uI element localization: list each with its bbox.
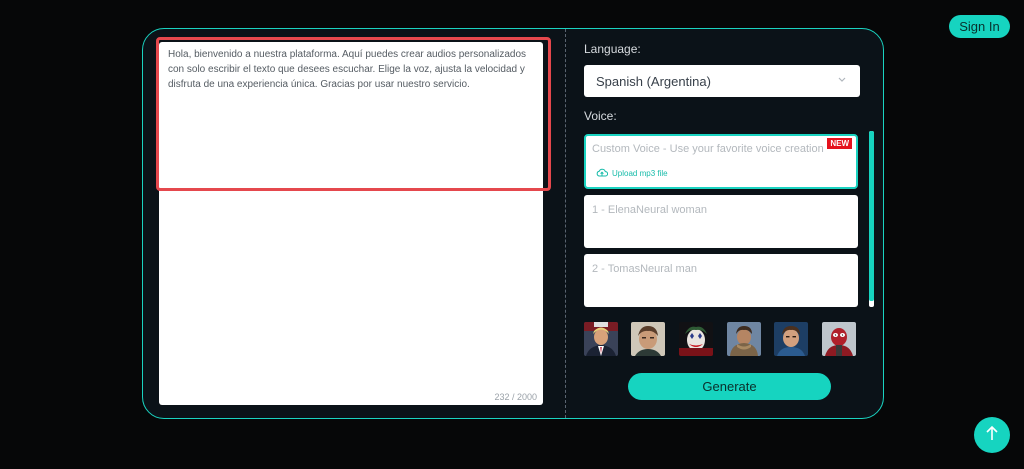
language-select[interactable]: Spanish (Argentina) bbox=[584, 65, 860, 97]
voice-option-name: 2 - TomasNeural man bbox=[592, 263, 697, 275]
voice-list-scrollbar[interactable] bbox=[869, 131, 874, 307]
upload-label: Upload mp3 file bbox=[612, 169, 668, 178]
sign-in-button[interactable]: Sign In bbox=[949, 15, 1010, 38]
editor-text[interactable]: Hola, bienvenido a nuestra plataforma. A… bbox=[168, 47, 532, 92]
voice-option[interactable]: 2 - TomasNeural man bbox=[584, 254, 858, 307]
language-label: Language: bbox=[584, 42, 641, 56]
scroll-to-top-button[interactable] bbox=[974, 417, 1010, 453]
voice-option-name: 1 - ElenaNeural woman bbox=[592, 204, 707, 216]
voice-option-name: Custom Voice - Use your favorite voice c… bbox=[592, 143, 824, 155]
avatar-red-masked-icon[interactable] bbox=[822, 322, 856, 356]
arrow-up-icon bbox=[985, 424, 999, 447]
text-editor[interactable]: Hola, bienvenido a nuestra plataforma. A… bbox=[159, 42, 543, 405]
scrollbar-thumb[interactable] bbox=[869, 131, 874, 301]
character-counter: 232 / 2000 bbox=[494, 392, 537, 402]
voice-option-custom[interactable]: Custom Voice - Use your favorite voice c… bbox=[584, 134, 858, 189]
tts-panel: Hola, bienvenido a nuestra plataforma. A… bbox=[142, 28, 884, 419]
avatar-man-suit-icon[interactable] bbox=[584, 322, 618, 356]
language-value: Spanish (Argentina) bbox=[596, 73, 711, 89]
voice-list[interactable]: Custom Voice - Use your favorite voice c… bbox=[584, 134, 859, 307]
avatar-joker-icon[interactable] bbox=[679, 322, 713, 356]
avatar-man-portrait-icon[interactable] bbox=[631, 322, 665, 356]
new-badge: NEW bbox=[827, 138, 852, 149]
voice-avatar-row bbox=[584, 322, 859, 358]
voice-option[interactable]: 1 - ElenaNeural woman bbox=[584, 195, 858, 248]
voice-label: Voice: bbox=[584, 109, 617, 123]
cloud-upload-icon bbox=[596, 168, 609, 179]
chevron-down-icon bbox=[837, 74, 847, 87]
avatar-man-scarf-icon[interactable] bbox=[727, 322, 761, 356]
upload-mp3-link[interactable]: Upload mp3 file bbox=[596, 168, 668, 179]
panel-divider bbox=[565, 29, 566, 418]
generate-button[interactable]: Generate bbox=[628, 373, 831, 400]
avatar-man-blue-icon[interactable] bbox=[774, 322, 808, 356]
